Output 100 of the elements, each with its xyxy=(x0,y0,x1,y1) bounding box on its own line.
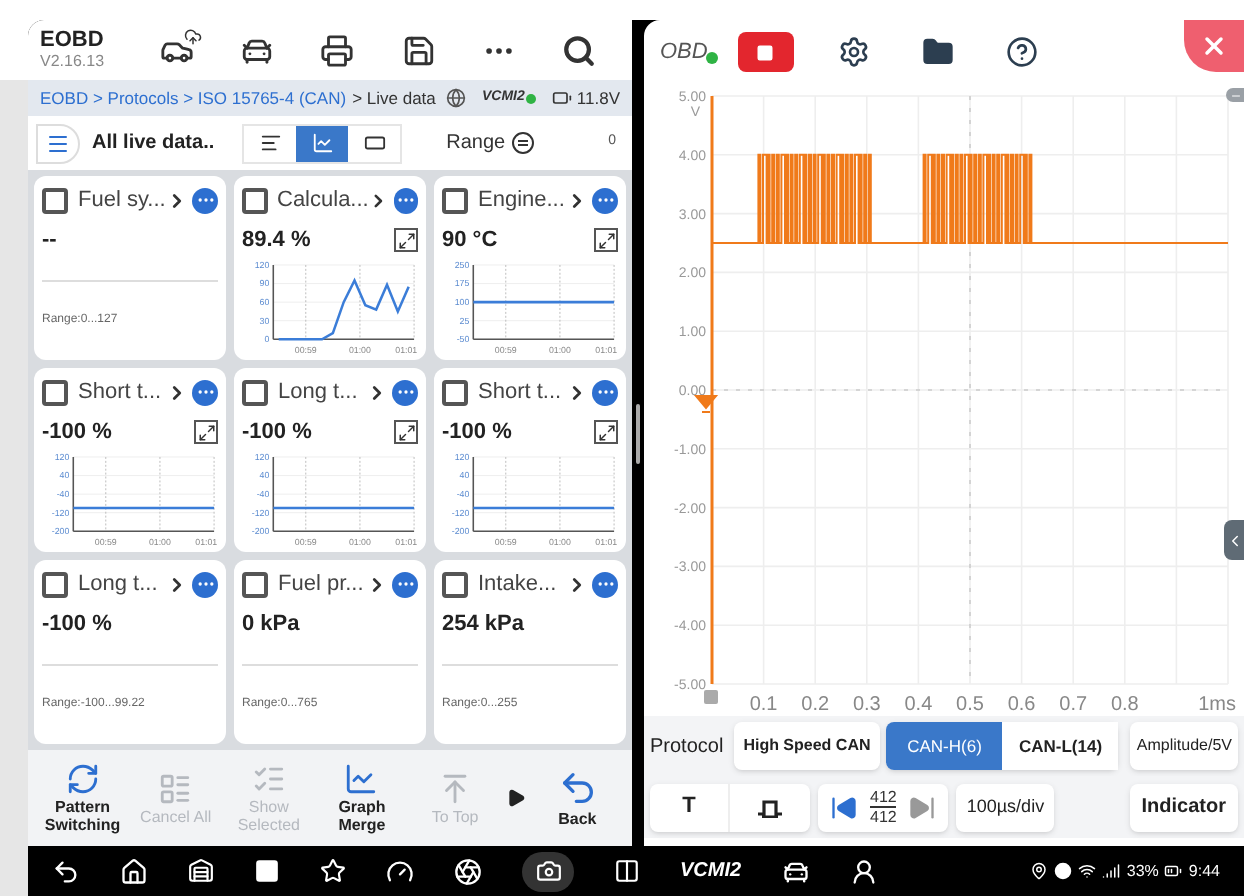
folder-icon[interactable] xyxy=(921,36,954,68)
refresh-icon xyxy=(65,762,100,796)
battery-icon xyxy=(552,88,573,108)
more-button[interactable] xyxy=(592,379,618,406)
checkbox[interactable] xyxy=(442,571,468,598)
parameter-name: Short t... xyxy=(78,378,162,408)
list-icon xyxy=(158,771,193,805)
star-icon[interactable] xyxy=(320,858,346,884)
collapse-tab[interactable] xyxy=(1226,88,1244,102)
range-icon[interactable] xyxy=(511,132,534,154)
expand-icon xyxy=(597,423,615,441)
parameter-value: -100 % xyxy=(442,417,512,448)
checkbox[interactable] xyxy=(442,187,468,214)
home-icon[interactable] xyxy=(120,857,148,885)
axis-drawing xyxy=(272,263,415,340)
indicator-button[interactable]: Indicator xyxy=(1129,783,1238,831)
split-screen-icon[interactable] xyxy=(614,858,640,884)
close-icon xyxy=(1200,32,1228,60)
back-icon[interactable] xyxy=(52,857,80,885)
data-line xyxy=(273,505,415,509)
frame-total: 412 xyxy=(870,808,897,826)
timebase-button[interactable]: 100µs/div xyxy=(956,783,1055,831)
stop-button[interactable] xyxy=(737,32,794,72)
save-icon[interactable] xyxy=(401,33,436,67)
origin-icon xyxy=(704,690,718,704)
frame-number: 412 xyxy=(870,788,897,808)
checkbox[interactable] xyxy=(42,187,68,214)
checkbox[interactable] xyxy=(242,571,268,598)
line-chart-icon xyxy=(311,132,334,154)
garage-icon[interactable] xyxy=(188,858,214,884)
checkbox[interactable] xyxy=(42,571,68,598)
version-text: V2.16.13 xyxy=(40,52,107,72)
close-button[interactable] xyxy=(1184,20,1244,72)
expand-button[interactable] xyxy=(394,228,418,252)
action-button[interactable]: Pattern Switching xyxy=(40,762,125,834)
parameter-value: 0 kPa xyxy=(242,609,300,640)
channel-tab[interactable]: CAN-L(14) xyxy=(1002,722,1119,770)
checkbox[interactable] xyxy=(442,379,468,406)
more-button[interactable] xyxy=(192,571,218,598)
help-icon[interactable] xyxy=(1005,36,1038,68)
gauge-icon[interactable] xyxy=(386,857,414,885)
pulse-icon xyxy=(756,797,784,817)
settings-icon[interactable] xyxy=(837,36,870,68)
clock-text: 9:44 xyxy=(1188,859,1220,883)
axis-label: 0.5 xyxy=(956,694,984,716)
caret-icon[interactable] xyxy=(506,788,527,808)
expand-icon xyxy=(197,423,215,441)
checkbox[interactable] xyxy=(242,187,267,214)
more-button[interactable] xyxy=(592,187,618,214)
printer-icon[interactable] xyxy=(320,33,355,67)
expand-icon xyxy=(597,231,615,249)
protocol-button[interactable]: High Speed CAN xyxy=(733,722,881,770)
axis-label: 1ms xyxy=(1198,694,1236,716)
voltage-text: 11.8V xyxy=(576,85,620,111)
action-button[interactable]: Graph Merge xyxy=(319,762,404,834)
channel-tab[interactable]: CAN-H(6) xyxy=(886,722,1003,770)
stop-icon xyxy=(756,43,775,61)
rectangle-icon xyxy=(363,132,386,154)
ground-marker-icon[interactable] xyxy=(695,395,719,413)
more-button[interactable] xyxy=(192,187,218,214)
checkbox[interactable] xyxy=(242,379,268,406)
more-button[interactable] xyxy=(392,571,418,598)
source-label: OBD xyxy=(660,37,708,68)
parameter-value: -- xyxy=(42,225,57,256)
menu-button[interactable] xyxy=(36,123,80,163)
checkbox[interactable] xyxy=(42,379,68,406)
axis-drawing xyxy=(272,455,415,532)
camera-button[interactable] xyxy=(522,851,574,891)
search-icon[interactable] xyxy=(562,33,597,67)
expand-button[interactable] xyxy=(394,420,418,444)
camera-icon xyxy=(535,858,561,884)
list-title: All live data.. xyxy=(92,130,215,158)
person-icon[interactable] xyxy=(849,857,878,885)
more-button[interactable] xyxy=(192,379,218,406)
more-button[interactable] xyxy=(592,571,618,598)
square-icon[interactable] xyxy=(254,858,280,884)
expand-button[interactable] xyxy=(194,420,218,444)
skip-forward-icon xyxy=(908,793,937,821)
car-icon[interactable] xyxy=(781,857,810,885)
aperture-icon[interactable] xyxy=(454,857,482,885)
data-line xyxy=(473,505,615,509)
side-panel-handle[interactable] xyxy=(1224,520,1244,560)
parameter-name: Short t... xyxy=(478,378,562,408)
axis-label: 0.2 xyxy=(801,694,830,716)
parameter-value: -100 % xyxy=(242,417,312,448)
axis-drawing xyxy=(472,263,615,340)
minus-icon xyxy=(1229,89,1241,101)
axis-label: 0.7 xyxy=(1059,694,1088,716)
expand-button[interactable] xyxy=(594,228,618,252)
action-button[interactable]: Back xyxy=(535,768,620,828)
parameter-name: Long t... xyxy=(78,570,158,600)
amplitude-button[interactable]: Amplitude/5V xyxy=(1130,722,1238,770)
range-label[interactable]: Range xyxy=(446,128,506,158)
expand-button[interactable] xyxy=(594,420,618,444)
breadcrumb-link[interactable]: EOBD > Protocols > ISO 15765-4 (CAN) xyxy=(40,85,347,111)
adapter-label[interactable]: VCMI2 xyxy=(680,856,742,886)
more-button[interactable] xyxy=(392,379,418,406)
more-button[interactable] xyxy=(393,187,418,214)
data-line xyxy=(473,299,615,303)
axis-label: 0.1 xyxy=(749,694,778,716)
